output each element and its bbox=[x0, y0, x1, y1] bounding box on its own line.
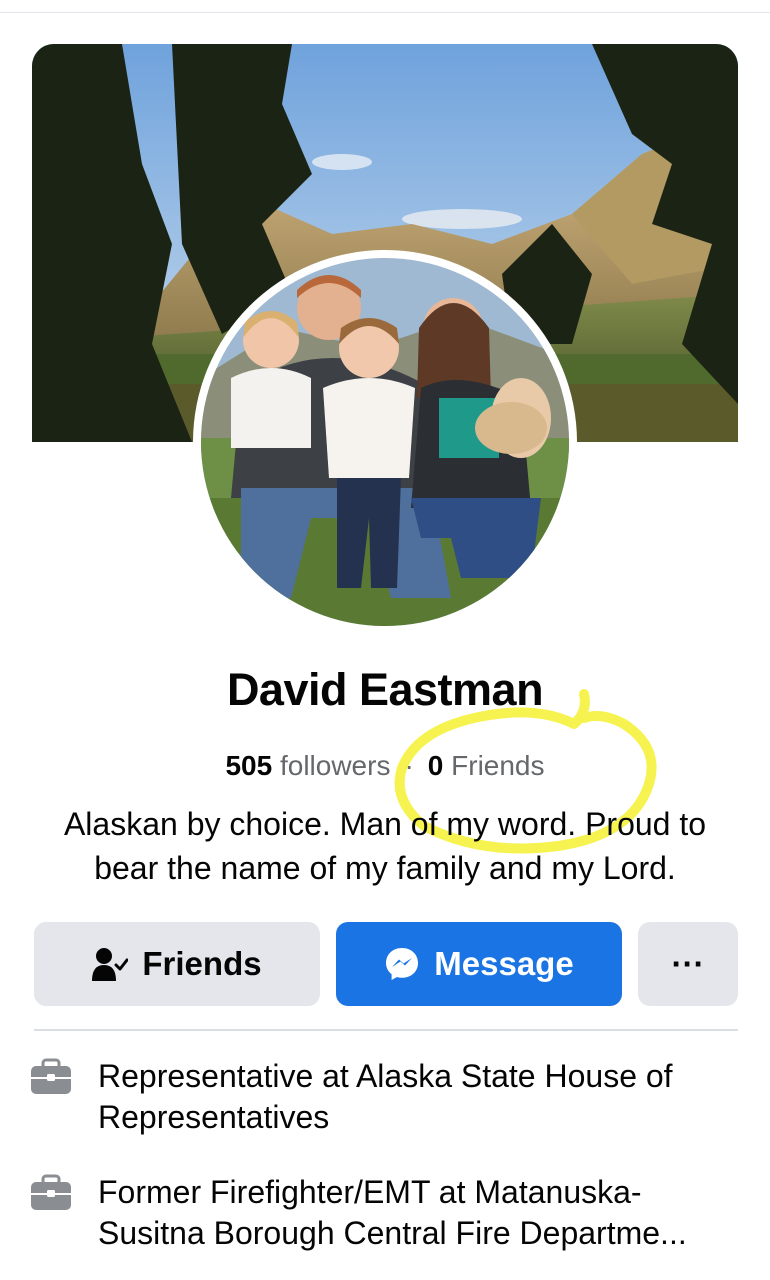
followers-label[interactable]: followers bbox=[280, 750, 390, 781]
friends-button-label: Friends bbox=[142, 945, 262, 982]
profile-photo[interactable] bbox=[193, 250, 577, 634]
section-divider bbox=[34, 1029, 738, 1031]
message-button-label: Message bbox=[434, 945, 574, 982]
friends-count[interactable]: 0 bbox=[428, 750, 444, 781]
friends-button[interactable]: Friends bbox=[34, 922, 320, 1006]
followers-count[interactable]: 505 bbox=[225, 750, 272, 781]
profile-bio: Alaskan by choice. Man of my word. Proud… bbox=[63, 806, 707, 886]
messenger-icon bbox=[384, 946, 420, 982]
top-divider bbox=[0, 12, 770, 13]
briefcase-icon bbox=[30, 1174, 76, 1254]
friends-check-icon bbox=[92, 947, 129, 981]
more-options-button[interactable]: ··· bbox=[638, 922, 738, 1006]
intro-item-work[interactable]: Former Firefighter/EMT at Matanuska-Susi… bbox=[30, 1172, 740, 1254]
profile-actions: Friends Message ··· bbox=[34, 922, 738, 1006]
briefcase-icon bbox=[30, 1058, 76, 1138]
profile-stats: 505 followers · 0 Friends bbox=[0, 750, 770, 782]
separator-dot: · bbox=[404, 750, 414, 781]
intro-item-work[interactable]: Representative at Alaska State House of … bbox=[30, 1056, 740, 1138]
message-button[interactable]: Message bbox=[336, 922, 622, 1006]
profile-page: David Eastman 505 followers · 0 Friends Al… bbox=[0, 0, 770, 1280]
friends-label[interactable]: Friends bbox=[451, 750, 544, 781]
profile-name: David Eastman bbox=[226, 664, 544, 715]
more-options-icon: ··· bbox=[671, 945, 705, 982]
intro-item-text: Representative at Alaska State House of … bbox=[98, 1058, 673, 1135]
intro-item-text: Former Firefighter/EMT at Matanuska-Susi… bbox=[98, 1174, 687, 1251]
